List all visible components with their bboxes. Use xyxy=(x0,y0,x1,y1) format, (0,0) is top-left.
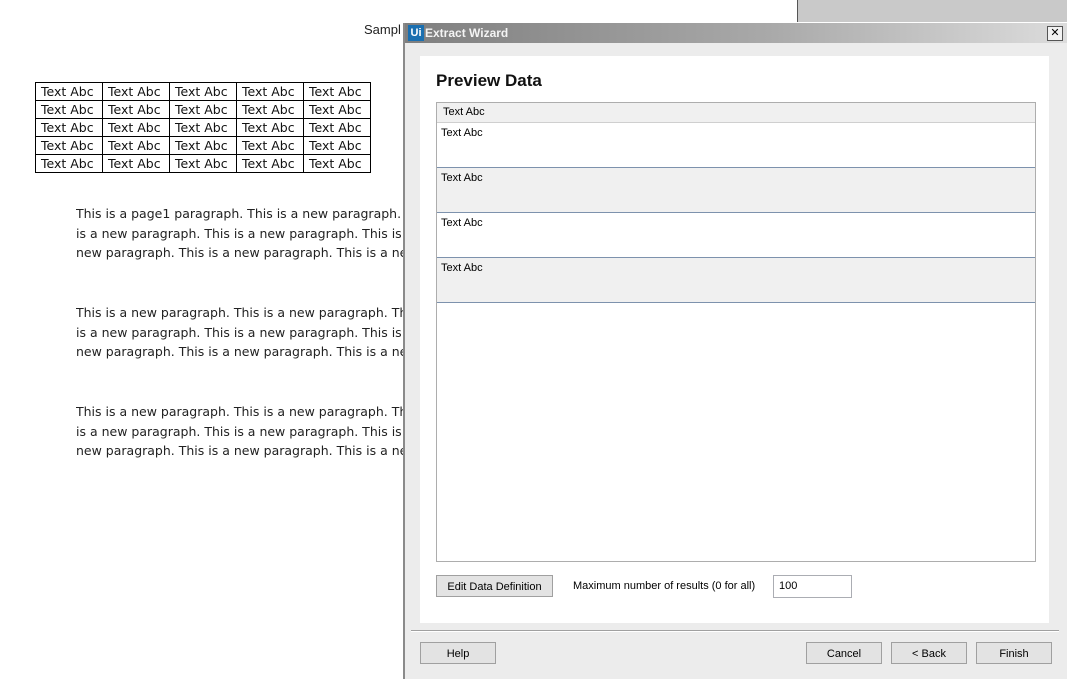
paragraph-line: This is a new paragraph. This is a new p… xyxy=(76,305,406,320)
finish-button[interactable]: Finish xyxy=(976,642,1052,664)
table-row[interactable]: Text Abc xyxy=(437,258,1035,303)
table-row: Text Abc Text Abc Text Abc Text Abc Text Abc xyxy=(35,118,371,137)
table-cell: Text Abc xyxy=(169,136,237,155)
paragraph-line: This is a page1 paragraph. This is a new… xyxy=(76,206,406,221)
back-button[interactable]: < Back xyxy=(891,642,967,664)
table-cell: Text Abc xyxy=(35,82,103,101)
document-title: Sampl xyxy=(364,22,401,37)
table-cell: Text Abc xyxy=(236,118,304,137)
paragraph-line: is a new paragraph. This is a new paragr… xyxy=(76,324,406,340)
background-window-edge xyxy=(797,0,1067,22)
max-results-label: Maximum number of results (0 for all) xyxy=(573,580,756,592)
table-cell: Text Abc xyxy=(169,100,237,119)
paragraph-line: new paragraph. This is a new paragraph. … xyxy=(76,443,406,458)
table-cell: Text Abc xyxy=(35,100,103,119)
table-cell: Text Abc xyxy=(102,136,170,155)
grid-column-header[interactable]: Text Abc xyxy=(437,103,1035,123)
table-cell: Text Abc xyxy=(236,100,304,119)
footer-divider xyxy=(411,630,1059,632)
table-cell: Text Abc xyxy=(303,136,371,155)
uipath-app-icon: Ui xyxy=(408,25,424,41)
table-row[interactable]: Text Abc xyxy=(437,123,1035,168)
table-cell: Text Abc xyxy=(303,100,371,119)
table-cell: Text Abc xyxy=(102,82,170,101)
document-paragraph: This is a new paragraph. This is a new p… xyxy=(76,402,406,461)
dialog-titlebar[interactable]: Ui Extract Wizard ✕ xyxy=(405,23,1067,43)
close-icon[interactable]: ✕ xyxy=(1047,26,1063,41)
table-cell: Text Abc xyxy=(35,136,103,155)
table-cell: Text Abc xyxy=(303,118,371,137)
table-cell: Text Abc xyxy=(102,154,170,173)
cancel-button[interactable]: Cancel xyxy=(806,642,882,664)
table-row[interactable]: Text Abc xyxy=(437,168,1035,213)
edit-data-definition-button[interactable]: Edit Data Definition xyxy=(436,575,553,597)
table-cell: Text Abc xyxy=(303,154,371,173)
table-cell: Text Abc xyxy=(102,118,170,137)
paragraph-line: is a new paragraph. This is a new paragr… xyxy=(76,225,406,241)
table-cell: Text Abc xyxy=(35,118,103,137)
table-cell: Text Abc xyxy=(35,154,103,173)
max-results-input[interactable]: 100 xyxy=(773,575,852,598)
table-row: Text Abc Text Abc Text Abc Text Abc Text Abc xyxy=(35,100,371,119)
paragraph-line: is a new paragraph. This is a new paragr… xyxy=(76,423,406,439)
document-table: Text Abc Text Abc Text Abc Text Abc Text Abc… xyxy=(35,82,371,173)
dialog-title: Extract Wizard xyxy=(425,26,509,40)
table-cell: Text Abc xyxy=(169,82,237,101)
extract-wizard-dialog: Ui Extract Wizard ✕ Preview Data Text Ab… xyxy=(403,23,1067,679)
paragraph-line: This is a new paragraph. This is a new p… xyxy=(76,404,406,419)
table-cell: Text Abc xyxy=(303,82,371,101)
table-row[interactable]: Text Abc xyxy=(437,213,1035,258)
table-cell: Text Abc xyxy=(169,154,237,173)
table-cell: Text Abc xyxy=(236,154,304,173)
document-paragraph: This is a new paragraph. This is a new p… xyxy=(76,303,406,362)
paragraph-line: new paragraph. This is a new paragraph. … xyxy=(76,245,406,260)
document-paragraph: This is a page1 paragraph. This is a new… xyxy=(76,204,406,263)
table-cell: Text Abc xyxy=(236,136,304,155)
table-row: Text Abc Text Abc Text Abc Text Abc Text Abc xyxy=(35,82,371,101)
table-row: Text Abc Text Abc Text Abc Text Abc Text Abc xyxy=(35,154,371,173)
help-button[interactable]: Help xyxy=(420,642,496,664)
table-cell: Text Abc xyxy=(169,118,237,137)
page-title: Preview Data xyxy=(436,71,542,90)
preview-data-grid[interactable]: Text Abc Text Abc Text Abc Text Abc Text… xyxy=(436,102,1036,562)
table-cell: Text Abc xyxy=(236,82,304,101)
paragraph-line: new paragraph. This is a new paragraph. … xyxy=(76,344,406,359)
table-row: Text Abc Text Abc Text Abc Text Abc Text Abc xyxy=(35,136,371,155)
preview-panel: Preview Data Text Abc Text Abc Text Abc … xyxy=(420,56,1049,623)
table-cell: Text Abc xyxy=(102,100,170,119)
